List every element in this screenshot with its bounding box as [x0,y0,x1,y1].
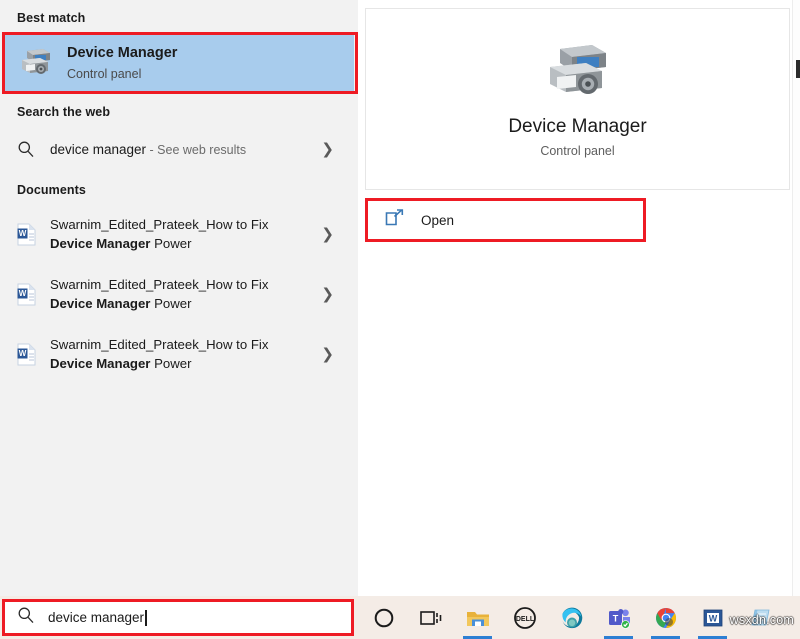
document-title: Swarnim_Edited_Prateek_How to Fix Device… [50,275,268,313]
svg-text:DELL: DELL [515,616,534,623]
document-line-2-rest: Power [150,296,191,311]
search-input[interactable]: device manager [5,602,351,633]
device-manager-icon [18,47,54,79]
search-input-value: device manager [48,610,144,625]
search-icon [17,140,35,158]
document-line-1: Swarnim_Edited_Prateek_How to Fix [50,337,268,352]
taskbar-item-microsoft-teams[interactable]: T [595,596,642,639]
word-document-icon: W [17,283,36,306]
document-title: Swarnim_Edited_Prateek_How to Fix Device… [50,215,268,253]
svg-text:W: W [19,229,27,238]
web-result-query: device manager [50,142,146,157]
taskbar-search[interactable]: device manager [2,599,354,636]
open-external-icon [385,209,404,231]
svg-text:W: W [708,613,717,623]
preview-subtitle: Control panel [540,144,614,158]
svg-text:W: W [19,349,27,358]
taskbar: device manager [0,596,800,639]
search-results-pane: Best match [0,0,358,596]
dell-icon: DELL [512,605,538,631]
search-the-web-header: Search the web [0,94,358,126]
best-match-result[interactable]: Device Manager Control panel [2,32,356,94]
document-result-row[interactable]: W Swarnim_Edited_Prateek_How to Fix Devi… [0,204,358,264]
svg-text:T: T [612,613,618,623]
taskbar-items: DELL [360,596,783,639]
google-chrome-icon [653,605,679,631]
svg-text:W: W [19,289,27,298]
chevron-right-icon[interactable]: ❯ [321,287,334,302]
document-line-2-rest: Power [150,356,191,371]
word-document-icon: W [17,343,36,366]
taskbar-item-microsoft-edge[interactable] [548,596,595,639]
document-line-2-rest: Power [150,236,191,251]
open-action[interactable]: Open [365,198,646,242]
preview-card: Device Manager Control panel [365,8,790,190]
document-result-row[interactable]: W Swarnim_Edited_Prateek_How to Fix Devi… [0,324,358,384]
document-line-2-match: Device Manager [50,236,150,251]
device-manager-icon [542,41,614,103]
web-result-suffix: - See web results [146,143,246,157]
screen: Best match [0,0,800,639]
document-line-1: Swarnim_Edited_Prateek_How to Fix [50,217,268,232]
open-action-label: Open [421,213,454,228]
document-result-row[interactable]: W Swarnim_Edited_Prateek_How to Fix Devi… [0,264,358,324]
best-match-subtitle: Control panel [67,65,177,83]
chevron-right-icon[interactable]: ❯ [321,142,334,157]
document-line-2-match: Device Manager [50,356,150,371]
adjacent-window-sliver [796,60,800,78]
word-document-icon: W [17,223,36,246]
windows-search-flyout: Best match [0,0,800,596]
microsoft-edge-icon [559,605,585,631]
document-line-2-match: Device Manager [50,296,150,311]
best-match-row-content[interactable]: Device Manager Control panel [4,34,354,92]
taskbar-item-task-view[interactable] [407,596,454,639]
best-match-texts: Device Manager Control panel [67,44,177,83]
document-title: Swarnim_Edited_Prateek_How to Fix Device… [50,335,268,373]
adjacent-window-edge [792,0,800,596]
preview-title: Device Manager [508,115,646,139]
taskbar-item-file-explorer[interactable] [454,596,501,639]
chevron-right-icon[interactable]: ❯ [321,227,334,242]
search-preview-pane: Device Manager Control panel Open [358,0,800,596]
best-match-title: Device Manager [67,44,177,63]
web-result-row[interactable]: device manager - See web results ❯ [0,126,358,172]
open-action-row[interactable]: Open [368,201,643,239]
task-view-icon [418,605,444,631]
chevron-right-icon[interactable]: ❯ [321,347,334,362]
taskbar-item-cortana[interactable] [360,596,407,639]
watermark: wsxdn.com [730,613,794,627]
taskbar-item-dell[interactable]: DELL [501,596,548,639]
file-explorer-icon [465,605,491,631]
microsoft-word-icon: W [700,605,726,631]
search-icon [17,606,35,629]
document-line-1: Swarnim_Edited_Prateek_How to Fix [50,277,268,292]
web-result-text: device manager - See web results [50,142,246,157]
documents-header: Documents [0,172,358,204]
cortana-icon [371,605,397,631]
microsoft-teams-icon: T [606,605,632,631]
text-caret [145,610,147,626]
taskbar-item-google-chrome[interactable] [642,596,689,639]
best-match-header: Best match [0,0,358,32]
